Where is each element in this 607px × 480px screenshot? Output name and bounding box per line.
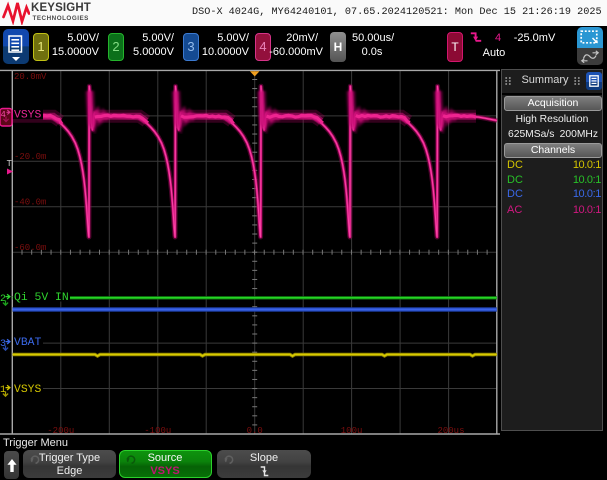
svg-text:4: 4: [1, 110, 6, 120]
svg-text:VSYS: VSYS: [14, 384, 42, 396]
svg-text:20.0mV: 20.0mV: [14, 72, 47, 82]
svg-text:-200u: -200u: [47, 426, 74, 436]
svg-text:VBAT: VBAT: [14, 337, 42, 349]
svg-text:-20.0m: -20.0m: [14, 152, 46, 162]
svg-text:200us: 200us: [437, 426, 464, 436]
svg-text:100u: 100u: [341, 426, 363, 436]
svg-text:T: T: [7, 159, 13, 169]
svg-text:-100u: -100u: [144, 426, 171, 436]
svg-text:-40.0m: -40.0m: [14, 198, 46, 208]
svg-text:0.0: 0.0: [247, 426, 263, 436]
svg-text:-60.0m: -60.0m: [14, 243, 46, 253]
svg-text:Qi 5V IN: Qi 5V IN: [14, 292, 69, 304]
svg-text:VSYS: VSYS: [14, 110, 42, 122]
